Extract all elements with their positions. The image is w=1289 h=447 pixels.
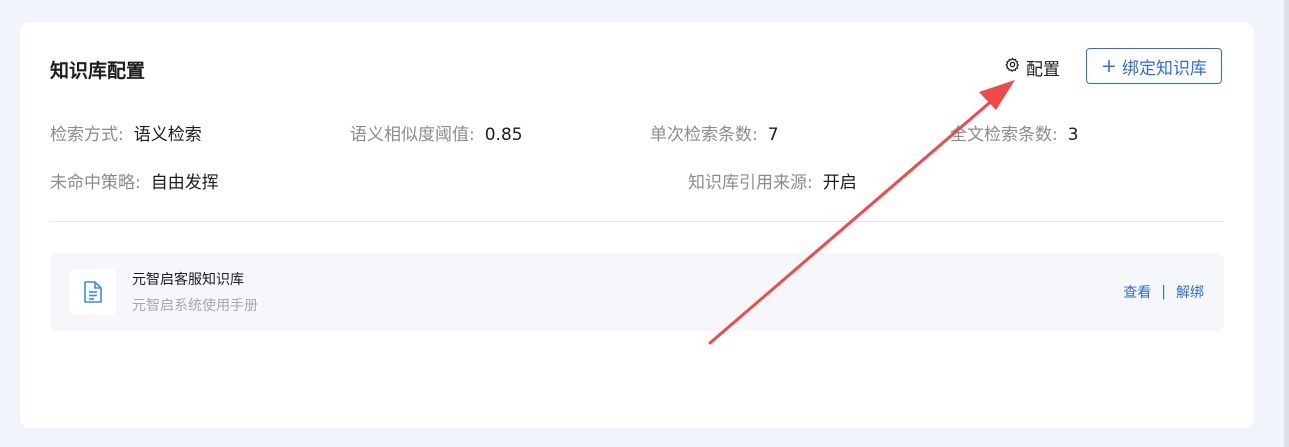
- knowledge-config-card: 知识库配置 配置 + 绑定知识库 检索方式: 语义检索 语义相似度阈值: 0.85 …: [20, 22, 1254, 428]
- single-count-label: 单次检索条数:: [650, 125, 758, 145]
- search-mode-label: 检索方式:: [50, 125, 124, 145]
- unbind-link[interactable]: 解绑: [1176, 282, 1204, 302]
- similarity-threshold-label: 语义相似度阈值:: [350, 125, 475, 145]
- knowledge-base-item: 元智启客服知识库 元智启系统使用手册 查看 | 解绑: [50, 253, 1224, 331]
- config-button-label: 配置: [1026, 59, 1060, 80]
- similarity-threshold-value: 0.85: [484, 125, 523, 145]
- citation-source-value: 开启: [822, 173, 857, 193]
- citation-source-label: 知识库引用来源:: [688, 173, 813, 193]
- document-icon: [70, 269, 116, 315]
- section-divider: [50, 221, 1224, 222]
- search-mode-field: 检索方式: 语义检索: [50, 120, 202, 145]
- config-button[interactable]: 配置: [1005, 56, 1060, 80]
- knowledge-base-description: 元智启系统使用手册: [132, 298, 258, 314]
- knowledge-base-name: 元智启客服知识库: [132, 272, 244, 288]
- fulltext-count-field: 全文检索条数: 3: [950, 120, 1079, 145]
- similarity-threshold-field: 语义相似度阈值: 0.85: [350, 120, 523, 145]
- view-link[interactable]: 查看: [1123, 282, 1151, 302]
- miss-strategy-value: 自由发挥: [150, 173, 219, 193]
- single-count-field: 单次检索条数: 7: [650, 120, 779, 145]
- bind-button-label: 绑定知识库: [1121, 58, 1207, 79]
- search-mode-value: 语义检索: [133, 125, 202, 145]
- card-title: 知识库配置: [50, 60, 146, 82]
- single-count-value: 7: [767, 125, 779, 145]
- knowledge-base-actions: 查看 | 解绑: [1123, 282, 1204, 302]
- miss-strategy-label: 未命中策略:: [50, 173, 141, 193]
- fulltext-count-label: 全文检索条数:: [950, 125, 1058, 145]
- page-scrollbar[interactable]: [1284, 0, 1289, 447]
- bind-knowledge-base-button[interactable]: + 绑定知识库: [1086, 48, 1222, 84]
- citation-source-field: 知识库引用来源: 开启: [688, 168, 857, 193]
- gear-icon: [1005, 57, 1020, 77]
- action-separator: |: [1161, 284, 1166, 300]
- fulltext-count-value: 3: [1067, 125, 1079, 145]
- plus-icon: +: [1101, 54, 1117, 77]
- miss-strategy-field: 未命中策略: 自由发挥: [50, 168, 219, 193]
